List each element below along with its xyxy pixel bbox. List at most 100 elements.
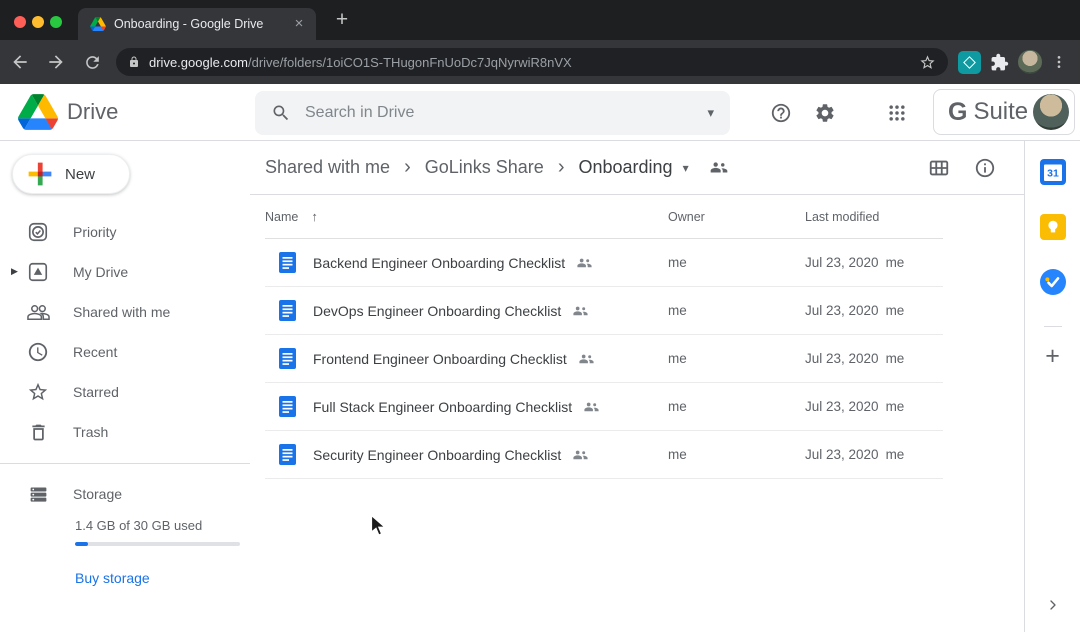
trash-icon bbox=[26, 420, 50, 444]
column-header-last-modified[interactable]: Last modified bbox=[805, 210, 943, 224]
collapse-panel-chevron-icon[interactable] bbox=[1045, 597, 1061, 618]
file-modified: Jul 23, 2020me bbox=[805, 255, 943, 270]
google-docs-icon bbox=[279, 300, 296, 321]
breadcrumb-segment[interactable]: Shared with me bbox=[265, 157, 390, 178]
column-header-owner[interactable]: Owner bbox=[668, 210, 805, 224]
modified-date: Jul 23, 2020 bbox=[805, 399, 879, 414]
window-zoom-button[interactable] bbox=[50, 16, 62, 28]
sidebar-nav: Priority ▶ My Drive bbox=[0, 212, 250, 452]
chevron-right-icon: › bbox=[558, 156, 565, 179]
google-apps-grid-icon[interactable] bbox=[885, 101, 909, 125]
folder-menu-caret-icon[interactable]: ▾ bbox=[683, 161, 689, 175]
google-docs-icon bbox=[279, 396, 296, 417]
account-avatar[interactable] bbox=[1033, 94, 1069, 130]
column-header-name[interactable]: Name ↑ bbox=[265, 209, 668, 224]
sidebar-item-starred[interactable]: Starred bbox=[0, 372, 250, 412]
table-row[interactable]: DevOps Engineer Onboarding Checklist me … bbox=[265, 287, 943, 335]
file-table: Name ↑ Owner Last modified Backend Engin… bbox=[265, 195, 943, 479]
file-name: DevOps Engineer Onboarding Checklist bbox=[313, 303, 561, 319]
back-icon[interactable] bbox=[4, 46, 36, 78]
file-owner: me bbox=[668, 303, 805, 318]
forward-icon[interactable] bbox=[40, 46, 72, 78]
drive-wordmark: Drive bbox=[67, 99, 118, 125]
file-modified: Jul 23, 2020me bbox=[805, 447, 943, 462]
column-header-label: Name bbox=[265, 210, 298, 224]
window-minimize-button[interactable] bbox=[32, 16, 44, 28]
sidebar-item-recent[interactable]: Recent bbox=[0, 332, 250, 372]
reload-icon[interactable] bbox=[76, 46, 108, 78]
url-path: /drive/folders/1oiCO1S-THugonFnUoDc7JqNy… bbox=[248, 55, 572, 70]
shared-indicator-icon bbox=[578, 353, 595, 365]
url-text: drive.google.com/drive/folders/1oiCO1S-T… bbox=[149, 55, 919, 70]
browser-menu-kebab-icon[interactable] bbox=[1051, 54, 1067, 70]
drive-home-link[interactable]: Drive bbox=[18, 94, 118, 130]
gsuite-label: Suite bbox=[973, 98, 1033, 126]
google-keep-icon[interactable] bbox=[1040, 214, 1066, 240]
priority-icon bbox=[26, 220, 50, 244]
window-close-button[interactable] bbox=[14, 16, 26, 28]
modified-date: Jul 23, 2020 bbox=[805, 303, 879, 318]
expand-arrow-icon[interactable]: ▶ bbox=[11, 266, 18, 277]
google-docs-icon bbox=[279, 252, 296, 273]
modified-date: Jul 23, 2020 bbox=[805, 447, 879, 462]
sidebar-item-label: Shared with me bbox=[73, 304, 170, 320]
new-button[interactable]: New bbox=[12, 154, 130, 194]
sidebar-divider bbox=[0, 463, 250, 464]
shared-indicator-icon bbox=[576, 257, 593, 269]
buy-storage-link[interactable]: Buy storage bbox=[75, 570, 150, 586]
search-input[interactable]: Search in Drive ▾ bbox=[255, 91, 730, 135]
clock-icon bbox=[26, 340, 50, 364]
info-icon[interactable] bbox=[974, 157, 996, 179]
google-tasks-icon[interactable] bbox=[1040, 269, 1066, 295]
shared-indicator-icon bbox=[572, 305, 589, 317]
search-options-caret-icon[interactable]: ▾ bbox=[707, 105, 714, 121]
search-icon[interactable] bbox=[271, 103, 291, 123]
file-name: Backend Engineer Onboarding Checklist bbox=[313, 255, 565, 271]
help-icon[interactable] bbox=[769, 101, 793, 125]
sidebar-item-storage[interactable]: Storage bbox=[0, 474, 250, 514]
google-calendar-icon[interactable]: 31 bbox=[1040, 159, 1066, 185]
sort-ascending-icon[interactable]: ↑ bbox=[311, 209, 318, 224]
table-row[interactable]: Backend Engineer Onboarding Checklist me… bbox=[265, 239, 943, 287]
modified-date: Jul 23, 2020 bbox=[805, 351, 879, 366]
tab-close-icon[interactable]: × bbox=[290, 15, 308, 33]
toolbar-extensions bbox=[958, 50, 1067, 74]
calendar-day-label: 31 bbox=[1047, 168, 1059, 180]
modified-by: me bbox=[886, 351, 905, 366]
google-docs-icon bbox=[279, 444, 296, 465]
bookmark-star-icon[interactable] bbox=[919, 54, 936, 71]
shared-indicator-icon bbox=[583, 401, 600, 413]
grid-view-icon[interactable] bbox=[928, 157, 950, 179]
gsuite-account-badge[interactable]: G Suite bbox=[933, 89, 1075, 135]
add-panel-app-icon[interactable]: + bbox=[1045, 343, 1060, 369]
tab-title: Onboarding - Google Drive bbox=[114, 17, 290, 31]
view-actions bbox=[928, 157, 996, 179]
url-bar[interactable]: drive.google.com/drive/folders/1oiCO1S-T… bbox=[116, 48, 948, 76]
new-tab-button[interactable]: + bbox=[330, 9, 354, 33]
teal-extension-icon[interactable] bbox=[958, 51, 981, 74]
sidebar-item-trash[interactable]: Trash bbox=[0, 412, 250, 452]
file-modified: Jul 23, 2020 me bbox=[805, 303, 943, 318]
modified-by: me bbox=[886, 255, 905, 270]
table-row[interactable]: Full Stack Engineer Onboarding Checklist… bbox=[265, 383, 943, 431]
sidebar-item-my-drive[interactable]: ▶ My Drive bbox=[0, 252, 250, 292]
browser-profile-avatar[interactable] bbox=[1018, 50, 1042, 74]
sidebar-item-shared-with-me[interactable]: Shared with me bbox=[0, 292, 250, 332]
extensions-puzzle-icon[interactable] bbox=[990, 53, 1009, 72]
sidebar-item-priority[interactable]: Priority bbox=[0, 212, 250, 252]
storage-icon bbox=[26, 484, 50, 505]
file-owner: me bbox=[668, 351, 805, 366]
modified-by: me bbox=[886, 303, 905, 318]
table-row[interactable]: Security Engineer Onboarding Checklist m… bbox=[265, 431, 943, 479]
breadcrumb-segment[interactable]: GoLinks Share bbox=[425, 157, 544, 178]
google-docs-icon bbox=[279, 348, 296, 369]
breadcrumb-current-folder[interactable]: Onboarding bbox=[578, 157, 672, 178]
settings-gear-icon[interactable] bbox=[813, 101, 837, 125]
table-row[interactable]: Frontend Engineer Onboarding Checklist m… bbox=[265, 335, 943, 383]
file-owner: me bbox=[668, 447, 805, 462]
browser-toolbar: drive.google.com/drive/folders/1oiCO1S-T… bbox=[0, 40, 1080, 84]
browser-tab[interactable]: Onboarding - Google Drive × bbox=[78, 8, 316, 40]
workspace-side-panel: 31 + bbox=[1024, 141, 1080, 632]
url-domain: drive.google.com bbox=[149, 55, 248, 70]
file-modified: Jul 23, 2020me bbox=[805, 399, 943, 414]
